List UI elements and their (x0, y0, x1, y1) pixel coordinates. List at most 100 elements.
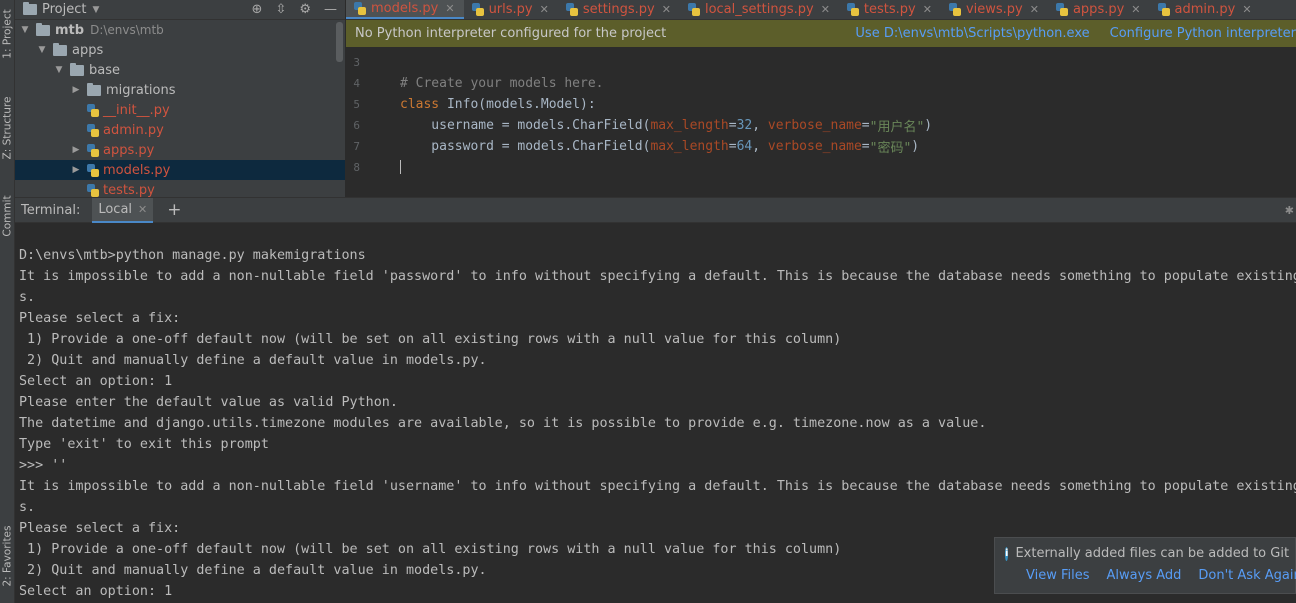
tree-item-path: D:\envs\mtb (90, 23, 164, 37)
favorites-tool-tab[interactable]: 2: Favorites (0, 515, 15, 597)
locate-icon[interactable]: ⊕ (252, 2, 263, 17)
tab-admin-py[interactable]: admin.py ✕ (1150, 0, 1261, 19)
tree-item-mtb[interactable]: ▼ mtb D:\envs\mtb (15, 20, 345, 40)
folder-icon (87, 82, 101, 96)
chevron-right-icon[interactable]: ▶ (70, 145, 82, 155)
tab-label: admin.py (1174, 2, 1236, 17)
project-panel: Project ▼ ⊕ ⇳ ⚙ — ▼ mtb D:\envs\mtb ▼ ap… (15, 0, 345, 197)
tab-label: urls.py (488, 2, 533, 17)
always-add-link[interactable]: Always Add (1107, 568, 1182, 583)
tree-item-migrations[interactable]: ▶ migrations (15, 80, 345, 100)
close-icon[interactable]: ✕ (662, 3, 671, 16)
add-icon[interactable]: + (167, 200, 181, 220)
tree-scrollbar[interactable] (336, 22, 343, 62)
tab-tests-py[interactable]: tests.py ✕ (839, 0, 941, 19)
tab-apps-py[interactable]: apps.py ✕ (1048, 0, 1150, 19)
editor-area: models.py ✕ urls.py ✕ settings.py ✕ local_s… (346, 0, 1296, 197)
gear-icon[interactable]: ⚙ (299, 2, 311, 17)
code-editor[interactable]: 3 4 # Create your models here. 5 class Inf… (346, 47, 1296, 178)
notification-message: Externally added files can be added to G… (1015, 546, 1290, 561)
terminal-line: Please enter the default value as valid … (19, 395, 398, 410)
tree-item-tests[interactable]: tests.py (15, 180, 345, 197)
chevron-right-icon[interactable]: ▶ (70, 165, 82, 175)
chevron-down-icon[interactable]: ▼ (36, 45, 48, 55)
tab-label: local_settings.py (704, 2, 814, 17)
terminal-tab-local[interactable]: Local ✕ (92, 197, 154, 223)
tree-item-apps-py[interactable]: ▶ apps.py (15, 140, 345, 160)
code-text: = (861, 118, 870, 133)
info-icon: i (1005, 546, 1009, 561)
close-icon[interactable]: ✕ (138, 203, 147, 216)
close-icon[interactable]: ✕ (1030, 3, 1039, 16)
code-string: "用户名" (869, 120, 925, 135)
project-tool-tab[interactable]: 1: Project (0, 2, 15, 66)
project-panel-title[interactable]: Project (42, 2, 86, 17)
hide-icon[interactable]: — (324, 2, 337, 17)
collapse-all-icon[interactable]: ⇳ (275, 2, 286, 17)
python-file-icon (565, 3, 578, 16)
python-file-icon (948, 3, 961, 16)
code-string: "密码" (869, 141, 912, 156)
code-text: = (861, 139, 870, 154)
line-number: 7 (353, 140, 360, 153)
code-text: Info(models.Model): (439, 97, 596, 112)
tab-label: models.py (371, 1, 439, 16)
commit-tool-tab[interactable]: Commit (0, 190, 15, 242)
chevron-down-icon[interactable]: ▼ (19, 25, 31, 35)
line-number: 6 (353, 119, 360, 132)
python-file-icon (87, 183, 99, 197)
tab-views-py[interactable]: views.py ✕ (941, 0, 1048, 19)
tab-models-py[interactable]: models.py ✕ (346, 0, 464, 19)
terminal-tab-label: Local (98, 201, 133, 217)
tree-item-admin[interactable]: admin.py (15, 120, 345, 140)
view-files-link[interactable]: View Files (1026, 568, 1090, 583)
settings-icon[interactable]: ✱ (1285, 204, 1294, 217)
tab-local-settings-py[interactable]: local_settings.py ✕ (680, 0, 839, 19)
tab-label: tests.py (863, 2, 916, 17)
terminal-line: D:\envs\mtb>python manage.py makemigrati… (19, 248, 366, 263)
terminal-line: Select an option: 1 (19, 374, 173, 389)
close-icon[interactable]: ✕ (821, 3, 830, 16)
use-interpreter-link[interactable]: Use D:\envs\mtb\Scripts\python.exe (855, 26, 1089, 41)
terminal-line: It is impossible to add a non-nullable f… (19, 269, 1296, 284)
code-text: , (752, 139, 768, 154)
tab-urls-py[interactable]: urls.py ✕ (464, 0, 558, 19)
terminal-line: The datetime and django.utils.timezone m… (19, 416, 987, 431)
tree-item-label: mtb (55, 22, 85, 38)
tab-settings-py[interactable]: settings.py ✕ (558, 0, 680, 19)
dont-ask-again-link[interactable]: Don't Ask Again (1198, 568, 1296, 583)
code-number: 32 (736, 118, 753, 133)
structure-tool-tab[interactable]: Z: Structure (0, 88, 15, 168)
tree-item-apps[interactable]: ▼ apps (15, 40, 345, 60)
close-icon[interactable]: ✕ (540, 3, 549, 16)
python-file-icon (87, 143, 99, 157)
code-line: 7 password = models.CharField(max_length… (346, 136, 1296, 157)
tree-item-label: admin.py (103, 122, 164, 138)
close-icon[interactable]: ✕ (445, 2, 454, 15)
line-number: 4 (353, 77, 360, 90)
tree-item-models[interactable]: ▶ models.py (15, 160, 345, 180)
chevron-down-icon[interactable]: ▼ (92, 5, 99, 15)
folder-icon (53, 42, 67, 56)
line-number: 3 (353, 56, 360, 69)
line-number: 5 (353, 98, 360, 111)
close-icon[interactable]: ✕ (1131, 3, 1140, 16)
tool-window-strip: 1: Project Z: Structure Commit 2: Favori… (0, 0, 15, 603)
project-panel-header: Project ▼ ⊕ ⇳ ⚙ — (15, 0, 345, 20)
terminal-line: Please select a fix: (19, 311, 181, 326)
chevron-right-icon[interactable]: ▶ (70, 85, 82, 95)
notice-text: No Python interpreter configured for the… (355, 26, 667, 41)
chevron-down-icon[interactable]: ▼ (53, 65, 65, 75)
tree-item-base[interactable]: ▼ base (15, 60, 345, 80)
line-number: 8 (353, 161, 360, 174)
code-text: = (728, 118, 737, 133)
structure-tool-label: Z: Structure (1, 96, 14, 160)
tree-item-init[interactable]: __init__.py (15, 100, 345, 120)
text-caret (400, 160, 401, 174)
close-icon[interactable]: ✕ (923, 3, 932, 16)
terminal-line: s. (19, 500, 36, 515)
favorites-tool-label: 2: Favorites (1, 525, 14, 587)
folder-icon (36, 22, 50, 36)
configure-interpreter-link[interactable]: Configure Python interpreter (1110, 26, 1296, 41)
close-icon[interactable]: ✕ (1242, 3, 1251, 16)
